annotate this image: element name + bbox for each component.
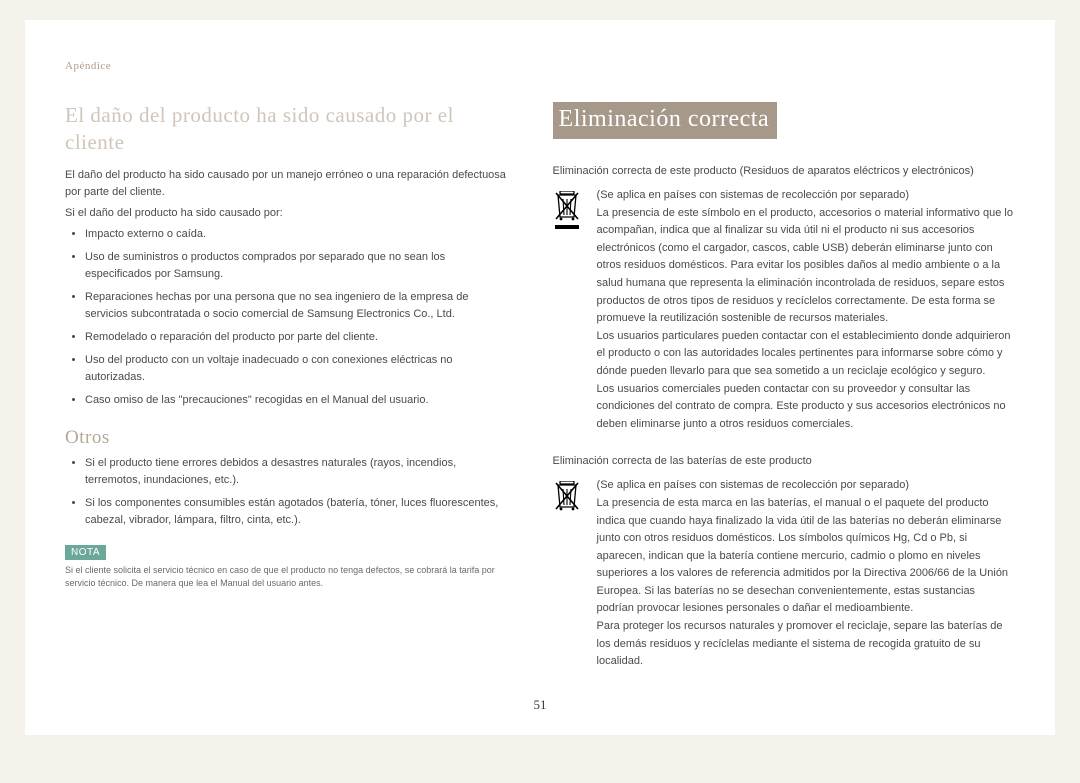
paragraph: Si el daño del producto ha sido causado … [65,205,513,222]
list-item: Si los componentes consumibles están ago… [85,495,513,529]
breadcrumb: Apéndice [65,60,1015,72]
page-number: 51 [534,697,547,713]
crossed-bin-icon [553,191,581,433]
left-column: El daño del producto ha sido causado por… [65,102,513,693]
document-page: Apéndice El daño del producto ha sido ca… [25,20,1055,735]
paragraph: (Se aplica en países con sistemas de rec… [597,187,1015,205]
list-item: Impacto externo o caída. [85,226,513,243]
disposal-block-batteries: (Se aplica en países con sistemas de rec… [553,477,1015,671]
paragraph: Los usuarios particulares pueden contact… [597,328,1015,381]
list-item: Uso de suministros o productos comprados… [85,249,513,283]
crossed-bin-icon [553,481,581,671]
underline-bar-icon [555,225,579,229]
nota-badge: NOTA [65,545,106,560]
disposal-subheading-product: Eliminación correcta de este producto (R… [553,165,1015,177]
list-item: Si el producto tiene errores debidos a d… [85,455,513,489]
section-heading-others: Otros [65,427,513,449]
disposal-block-product: (Se aplica en países con sistemas de rec… [553,187,1015,433]
list-item: Caso omiso de las "precauciones" recogid… [85,392,513,409]
list-item: Uso del producto con un voltaje inadecua… [85,352,513,386]
paragraph: La presencia de esta marca en las baterí… [597,495,1015,618]
nota-text: Si el cliente solicita el servicio técni… [65,564,513,590]
list-item: Reparaciones hechas por una persona que … [85,289,513,323]
section-heading-damage: El daño del producto ha sido causado por… [65,102,513,157]
disposal-subheading-batteries: Eliminación correcta de las baterías de … [553,455,1015,467]
content-columns: El daño del producto ha sido causado por… [65,102,1015,693]
bullet-list-damage: Impacto externo o caída. Uso de suminist… [65,226,513,409]
bullet-list-others: Si el producto tiene errores debidos a d… [65,455,513,529]
paragraph: (Se aplica en países con sistemas de rec… [597,477,1015,495]
right-column: Eliminación correcta Eliminación correct… [553,102,1015,693]
disposal-text-batteries: (Se aplica en países con sistemas de rec… [597,477,1015,671]
paragraph: Los usuarios comerciales pueden contacta… [597,381,1015,434]
paragraph: El daño del producto ha sido causado por… [65,167,513,201]
disposal-text-product: (Se aplica en países con sistemas de rec… [597,187,1015,433]
list-item: Remodelado o reparación del producto por… [85,329,513,346]
paragraph: Para proteger los recursos naturales y p… [597,618,1015,671]
section-heading-disposal: Eliminación correcta [553,102,778,139]
paragraph: La presencia de este símbolo en el produ… [597,205,1015,328]
